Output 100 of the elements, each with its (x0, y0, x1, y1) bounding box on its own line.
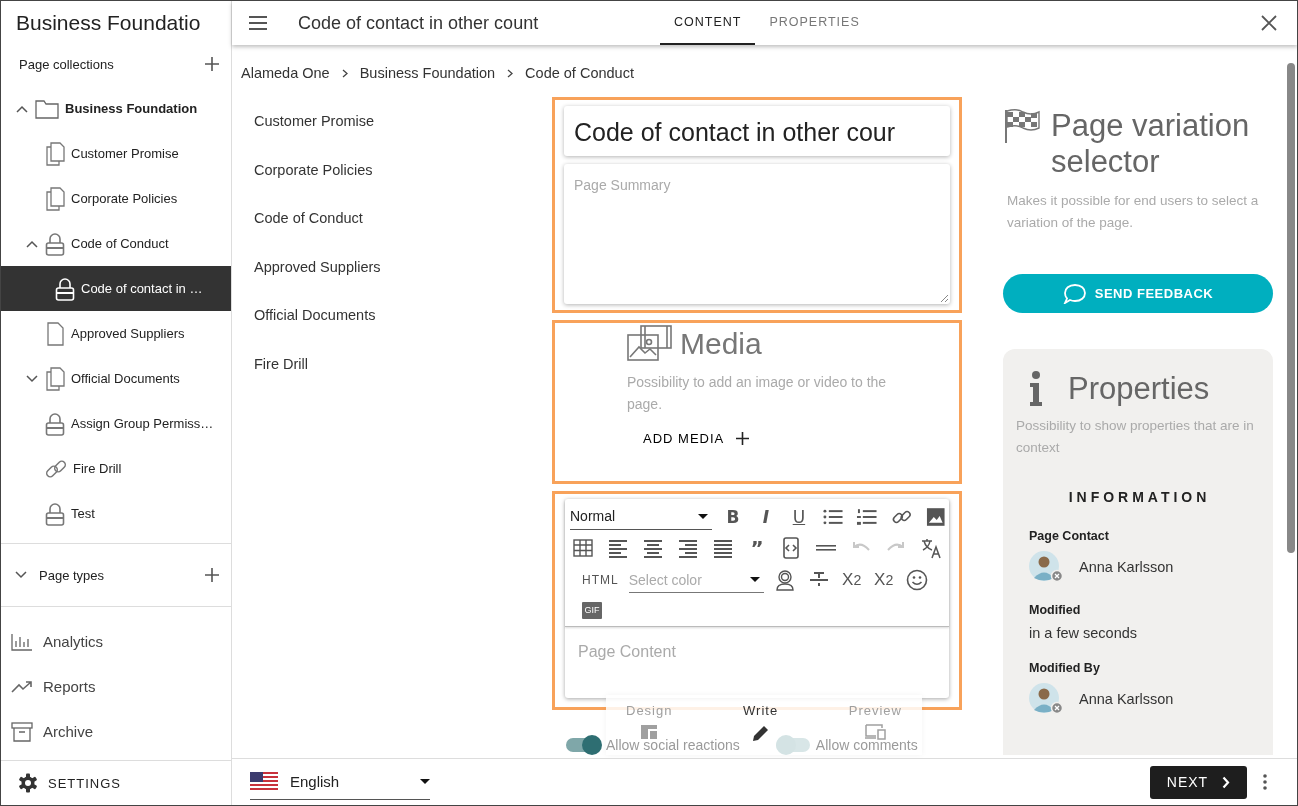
page-link[interactable]: Customer Promise (254, 113, 552, 162)
settings-button[interactable]: SETTINGS (1, 760, 231, 805)
title-field[interactable]: Code of contact in other cour (564, 106, 950, 156)
avatar-icon (1029, 551, 1063, 583)
document-title: Code of contact in other count (298, 12, 540, 34)
resize-handle-icon[interactable] (940, 294, 948, 302)
tab[interactable]: CONTENT (660, 1, 756, 45)
toggle-switch[interactable] (566, 738, 600, 752)
section-label[interactable]: Page types (39, 567, 193, 583)
chevron-down-icon[interactable] (15, 571, 27, 579)
lock-icon (45, 411, 65, 436)
tree-item[interactable]: Business Foundation (1, 86, 231, 131)
layout-icon (640, 724, 659, 740)
field-label: Modified (1029, 603, 1082, 617)
rule-icon (815, 543, 837, 552)
devices-icon (864, 724, 887, 740)
settings-icon (18, 773, 38, 793)
page-link[interactable]: Code of Conduct (254, 210, 552, 259)
more-icon[interactable] (1263, 774, 1267, 790)
dropdown-arrow-icon (420, 779, 430, 784)
archive-icon (11, 721, 33, 742)
format-dropdown[interactable]: Normal (570, 503, 712, 530)
breadcrumb-link[interactable]: Alameda One (241, 65, 330, 81)
media-heading: Media (680, 327, 762, 361)
tree-item[interactable]: Test (1, 491, 231, 536)
speech-bubble-icon (1062, 283, 1087, 304)
person-name: Anna Karlsson (1079, 559, 1174, 575)
breadcrumb-link[interactable]: Business Foundation (359, 65, 496, 81)
lock-icon (45, 501, 65, 526)
chevron-down-icon[interactable] (26, 374, 38, 383)
page-link[interactable]: Approved Suppliers (254, 258, 552, 308)
field-value: in a few seconds (1029, 625, 1138, 641)
mode-tab[interactable]: Write (743, 703, 779, 718)
panel-description: Makes it possible for end users to select a variation of the page. (1007, 192, 1260, 232)
nav-item[interactable]: Reports (1, 664, 231, 709)
menu-icon[interactable] (249, 16, 267, 30)
app-title: Business Foundatio (15, 10, 202, 36)
toggle-switch[interactable] (775, 738, 810, 752)
flag-icon (250, 771, 278, 792)
italic-button[interactable]: I (753, 503, 778, 530)
section-label: Page collections (19, 56, 115, 72)
nav-item[interactable]: Archive (1, 709, 231, 754)
quote-button[interactable]: ” (745, 534, 769, 561)
bold-button[interactable]: B (720, 503, 745, 530)
add-icon[interactable] (205, 568, 219, 582)
language-dropdown[interactable]: English (250, 764, 430, 800)
dropdown-arrow-icon (697, 513, 708, 519)
documents-icon (45, 141, 65, 166)
chevron-up-icon[interactable] (26, 239, 38, 248)
image-icon (925, 505, 947, 528)
html-button[interactable]: HTML (580, 567, 621, 593)
person-icon (773, 569, 796, 591)
underline-button[interactable]: U (786, 503, 811, 530)
breadcrumb-link[interactable]: Code of Conduct (525, 65, 634, 81)
chevron-right-icon (341, 68, 348, 78)
code-icon (780, 536, 802, 559)
dropdown-arrow-icon (749, 577, 760, 582)
toggle-label: Allow comments (815, 737, 918, 753)
toggle-label: Allow social reactions (606, 737, 740, 753)
panel-description: Possibility to show properties that are in context (1016, 417, 1255, 457)
tree-item[interactable]: Official Documents (1, 356, 231, 401)
next-button[interactable]: NEXT (1150, 765, 1247, 799)
documents-icon (45, 366, 65, 391)
document-icon (45, 321, 65, 346)
close-icon[interactable] (1261, 15, 1277, 31)
field-label: Page Contact (1029, 529, 1110, 543)
bar-chart-icon (11, 632, 33, 651)
translate-icon (920, 536, 942, 559)
nav-item[interactable]: Analytics (1, 619, 231, 664)
pencil-icon (751, 724, 770, 742)
gif-button[interactable]: GIF (582, 601, 602, 619)
tree-item[interactable]: Customer Promise (1, 131, 231, 176)
tree-item[interactable]: Corporate Policies (1, 176, 231, 221)
emoji-icon (905, 569, 928, 591)
documents-icon (45, 186, 65, 211)
add-icon[interactable] (205, 57, 219, 71)
page-link[interactable]: Fire Drill (254, 355, 552, 405)
checkered-flag-icon (1003, 108, 1041, 144)
tree-item[interactable]: Code of Conduct (1, 221, 231, 266)
add-media-button[interactable]: ADD MEDIA (639, 427, 754, 450)
lock-icon (55, 276, 75, 301)
section-heading: INFORMATION (1067, 489, 1212, 505)
tree-item[interactable]: Code of contact in … (1, 266, 231, 311)
folder-icon (35, 98, 59, 119)
chevron-up-icon[interactable] (16, 104, 28, 113)
lock-icon (45, 231, 65, 256)
table-icon (572, 536, 594, 559)
tree-item[interactable]: Approved Suppliers (1, 311, 231, 356)
tree-item[interactable]: Assign Group Permiss… (1, 401, 231, 446)
tree-item[interactable]: Fire Drill (1, 446, 231, 491)
chevron-right-icon (507, 68, 514, 78)
tab[interactable]: PROPERTIES (755, 1, 874, 45)
panel-heading: Page variation selector (1051, 108, 1251, 180)
person-name: Anna Karlsson (1079, 691, 1174, 707)
avatar-icon (1029, 683, 1063, 715)
field-label: Modified By (1029, 661, 1101, 675)
info-icon (1028, 371, 1044, 407)
page-link[interactable]: Official Documents (254, 307, 552, 356)
panel-heading: Properties (1068, 371, 1210, 407)
page-link[interactable]: Corporate Policies (254, 161, 552, 211)
